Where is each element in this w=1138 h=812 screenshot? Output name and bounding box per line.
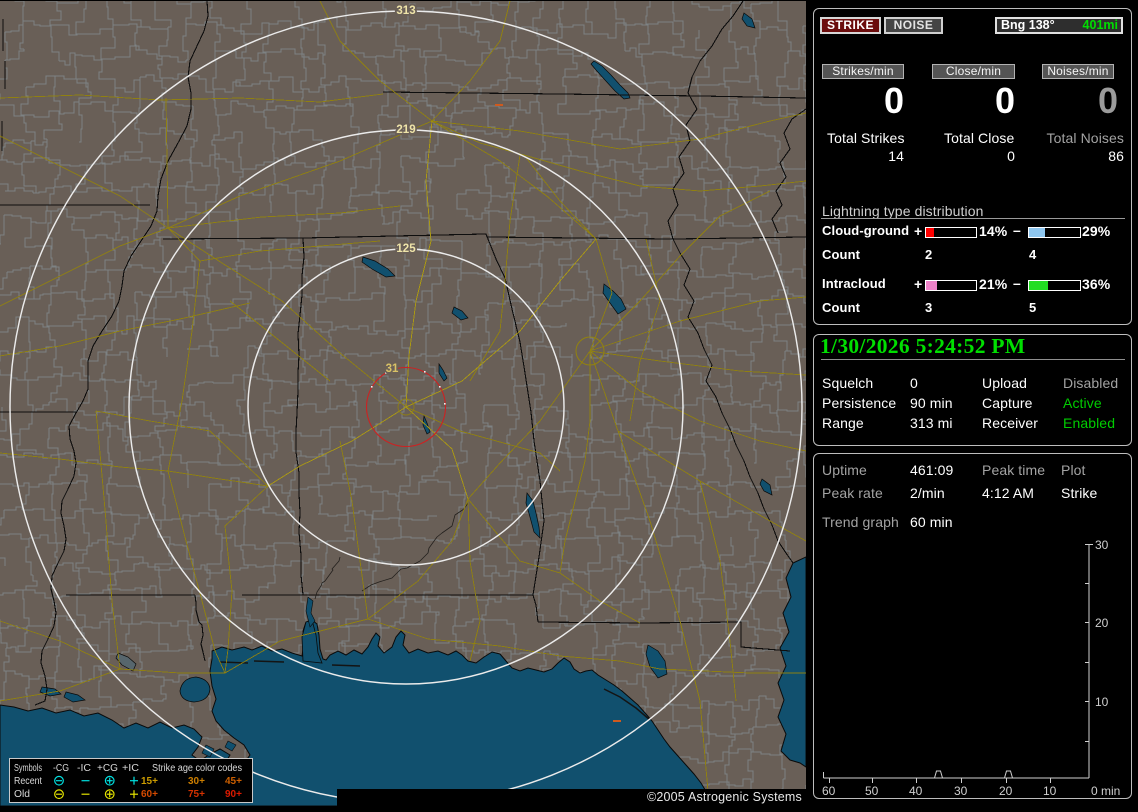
- svg-text:10: 10: [1043, 784, 1057, 798]
- svg-text:75+: 75+: [188, 789, 205, 800]
- svg-text:219: 219: [396, 124, 415, 136]
- svg-text:125: 125: [396, 243, 416, 255]
- svg-text:+IC: +IC: [122, 763, 139, 774]
- svg-text:20: 20: [999, 784, 1013, 798]
- svg-text:20: 20: [1095, 616, 1109, 630]
- svg-text:Recent: Recent: [14, 776, 42, 787]
- svg-text:313: 313: [396, 5, 415, 17]
- svg-text:Symbols: Symbols: [14, 763, 42, 774]
- svg-text:40: 40: [909, 784, 923, 798]
- svg-text:30+: 30+: [188, 776, 205, 787]
- svg-text:+CG: +CG: [97, 763, 118, 774]
- svg-text:31: 31: [386, 363, 399, 375]
- svg-text:60+: 60+: [141, 789, 158, 800]
- svg-text:10: 10: [1095, 695, 1109, 709]
- svg-text:-IC: -IC: [77, 763, 91, 774]
- svg-text:Old: Old: [14, 789, 30, 800]
- svg-text:50: 50: [865, 784, 879, 798]
- svg-text:-CG: -CG: [53, 763, 69, 774]
- svg-text:0 min: 0 min: [1091, 784, 1120, 798]
- svg-text:90+: 90+: [225, 789, 242, 800]
- svg-text:30: 30: [954, 784, 968, 798]
- svg-text:45+: 45+: [225, 776, 242, 787]
- svg-text:15+: 15+: [141, 776, 158, 787]
- svg-text:Strike age color codes: Strike age color codes: [152, 763, 242, 774]
- svg-text:60: 60: [822, 784, 836, 798]
- svg-text:30: 30: [1095, 538, 1109, 552]
